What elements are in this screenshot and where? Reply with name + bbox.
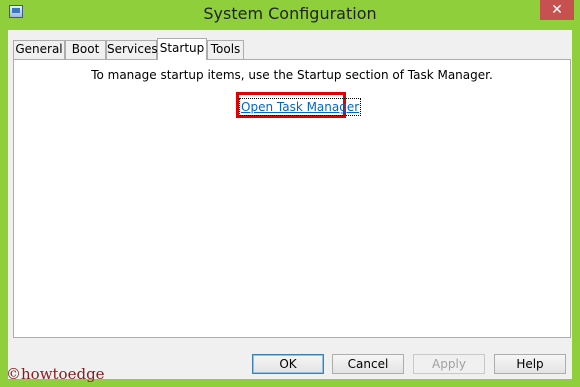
title-bar[interactable]: System Configuration ✕ [0, 0, 580, 30]
close-icon: ✕ [551, 2, 563, 18]
tab-startup[interactable]: Startup [157, 38, 207, 60]
ok-button[interactable]: OK [252, 354, 324, 374]
tab-services[interactable]: Services [106, 40, 158, 59]
apply-button[interactable]: Apply [413, 354, 485, 374]
system-configuration-window: System Configuration ✕ General Boot Serv… [0, 0, 580, 387]
startup-info-text: To manage startup items, use the Startup… [91, 68, 493, 82]
open-task-manager-link[interactable]: Open Task Manager [238, 98, 362, 116]
dialog-client-area: General Boot Services Startup Tools To m… [8, 30, 572, 379]
tab-tools[interactable]: Tools [207, 40, 244, 59]
help-button[interactable]: Help [494, 354, 566, 374]
tab-boot[interactable]: Boot [65, 40, 106, 59]
cancel-button[interactable]: Cancel [332, 354, 404, 374]
tab-general[interactable]: General [13, 40, 65, 59]
close-button[interactable]: ✕ [540, 0, 574, 20]
startup-tab-panel: To manage startup items, use the Startup… [13, 59, 571, 338]
watermark-text: ©howtoedge [6, 365, 105, 383]
window-title: System Configuration [203, 4, 377, 23]
